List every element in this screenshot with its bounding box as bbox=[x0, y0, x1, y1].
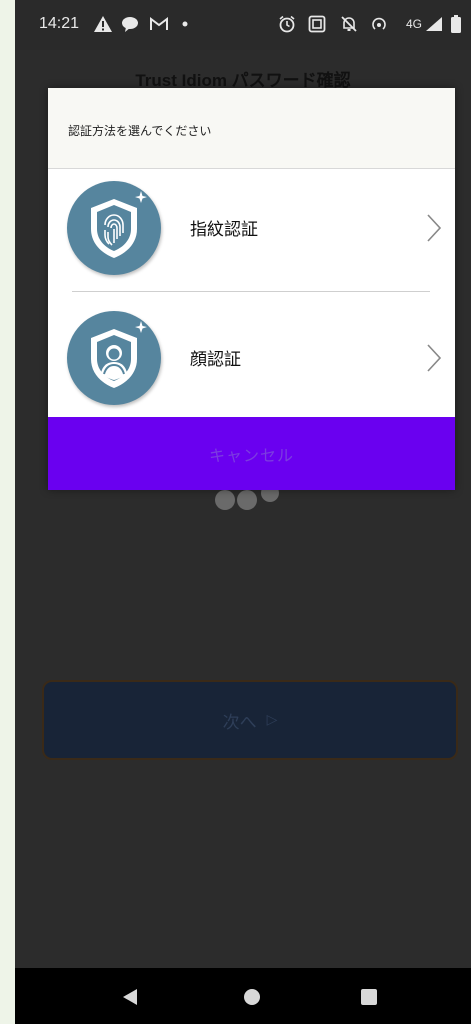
status-bar: 14:21 4G bbox=[15, 0, 471, 50]
cancel-button[interactable]: キャンセル bbox=[48, 417, 455, 490]
option-divider bbox=[72, 291, 430, 292]
dialog-header: 認証方法を選んでください bbox=[48, 88, 455, 169]
next-label: 次へ bbox=[222, 712, 257, 733]
fingerprint-auth-option[interactable]: 指紋認証 bbox=[48, 168, 455, 278]
warning-icon bbox=[93, 14, 113, 34]
network-type: 4G bbox=[406, 17, 423, 31]
gmail-icon bbox=[149, 14, 169, 34]
play-arrow-icon: ▷ bbox=[266, 712, 278, 728]
dialog-title: 認証方法を選んでください bbox=[68, 124, 212, 138]
navigation-bar bbox=[15, 968, 471, 1024]
fingerprint-auth-label: 指紋認証 bbox=[190, 220, 258, 240]
dot-icon bbox=[182, 14, 188, 34]
recents-icon[interactable] bbox=[361, 989, 377, 1005]
screen-icon bbox=[308, 14, 326, 34]
cancel-label: キャンセル bbox=[208, 445, 294, 465]
alarm-icon bbox=[278, 14, 296, 34]
hotspot-icon bbox=[370, 14, 388, 34]
fingerprint-shield-icon bbox=[67, 181, 161, 275]
silent-icon bbox=[340, 14, 358, 34]
signal-icon bbox=[425, 14, 443, 34]
status-time: 14:21 bbox=[39, 15, 80, 32]
auth-method-dialog: 認証方法を選んでください 指紋認証 顔認証 キャンセル bbox=[48, 88, 455, 490]
chat-icon bbox=[121, 14, 139, 34]
battery-icon bbox=[451, 14, 461, 34]
home-icon[interactable] bbox=[244, 989, 260, 1005]
face-shield-icon bbox=[67, 311, 161, 405]
face-auth-option[interactable]: 顔認証 bbox=[48, 298, 455, 408]
back-icon[interactable] bbox=[122, 988, 138, 1010]
chevron-right-icon bbox=[426, 343, 442, 377]
face-auth-label: 顔認証 bbox=[190, 350, 241, 370]
next-button[interactable]: 次へ ▷ bbox=[42, 680, 458, 760]
chevron-right-icon bbox=[426, 213, 442, 247]
phone-screen: 14:21 4G Trust Idiom パスワード確認 次へ ▷ 認証方法を選… bbox=[15, 0, 471, 1024]
